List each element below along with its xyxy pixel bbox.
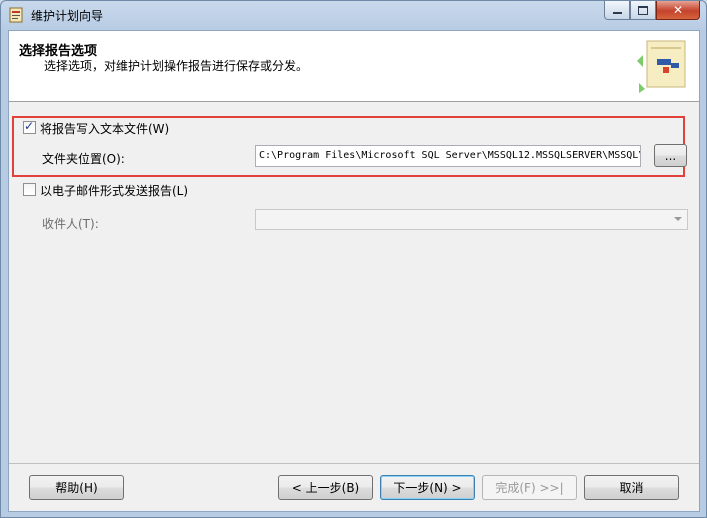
back-button-label: < 上一步(B) xyxy=(291,481,360,495)
write-to-file-label[interactable]: 将报告写入文本文件(W) xyxy=(40,120,169,137)
recipient-label: 收件人(T): xyxy=(42,217,99,231)
write-to-file-checkbox[interactable]: ✓ xyxy=(23,119,36,134)
finish-button[interactable]: 完成(F) >>| xyxy=(482,475,577,500)
browse-button-label: ... xyxy=(664,148,677,163)
footer-separator xyxy=(9,463,699,464)
next-button[interactable]: 下一步(N) > xyxy=(380,475,475,500)
cancel-button[interactable]: 取消 xyxy=(584,475,679,500)
wizard-app-icon xyxy=(9,7,23,23)
maintenance-plan-wizard-icon xyxy=(637,40,686,93)
folder-location-input[interactable]: C:\Program Files\Microsoft SQL Server\MS… xyxy=(255,145,641,167)
minimize-icon xyxy=(612,12,622,14)
email-report-checkbox[interactable] xyxy=(23,183,36,196)
window-title: 维护计划向导 xyxy=(31,9,104,23)
next-button-label: 下一步(N) > xyxy=(393,481,462,495)
browse-folder-button[interactable]: ... xyxy=(654,144,687,167)
folder-location-label: 文件夹位置(O): xyxy=(42,152,125,166)
title-bar[interactable]: 维护计划向导 ✕ xyxy=(1,1,706,29)
help-button[interactable]: 帮助(H) xyxy=(29,475,124,500)
minimize-button[interactable] xyxy=(604,1,630,20)
close-button[interactable]: ✕ xyxy=(656,1,700,20)
help-button-label: 帮助(H) xyxy=(55,481,98,495)
close-icon: ✕ xyxy=(672,3,684,17)
email-report-label[interactable]: 以电子邮件形式发送报告(L) xyxy=(40,182,188,199)
wizard-client-area: 选择报告选项 选择选项，对维护计划操作报告进行保存或分发。 ✓ 将报告写入文本文… xyxy=(8,30,700,512)
wizard-window: 维护计划向导 ✕ 选择报告选项 选择选项，对维护计划操作报告进行保存或分发。 ✓… xyxy=(0,0,707,518)
cancel-button-label: 取消 xyxy=(619,481,644,495)
page-subtitle: 选择选项，对维护计划操作报告进行保存或分发。 xyxy=(44,59,309,73)
recipient-dropdown[interactable] xyxy=(255,209,688,230)
maximize-icon xyxy=(638,5,648,15)
check-icon: ✓ xyxy=(24,119,35,133)
wizard-header: 选择报告选项 选择选项，对维护计划操作报告进行保存或分发。 xyxy=(9,31,699,102)
finish-button-label: 完成(F) >>| xyxy=(495,481,564,495)
maximize-button[interactable] xyxy=(630,1,656,20)
back-button[interactable]: < 上一步(B) xyxy=(278,475,373,500)
chevron-down-icon xyxy=(674,217,682,221)
